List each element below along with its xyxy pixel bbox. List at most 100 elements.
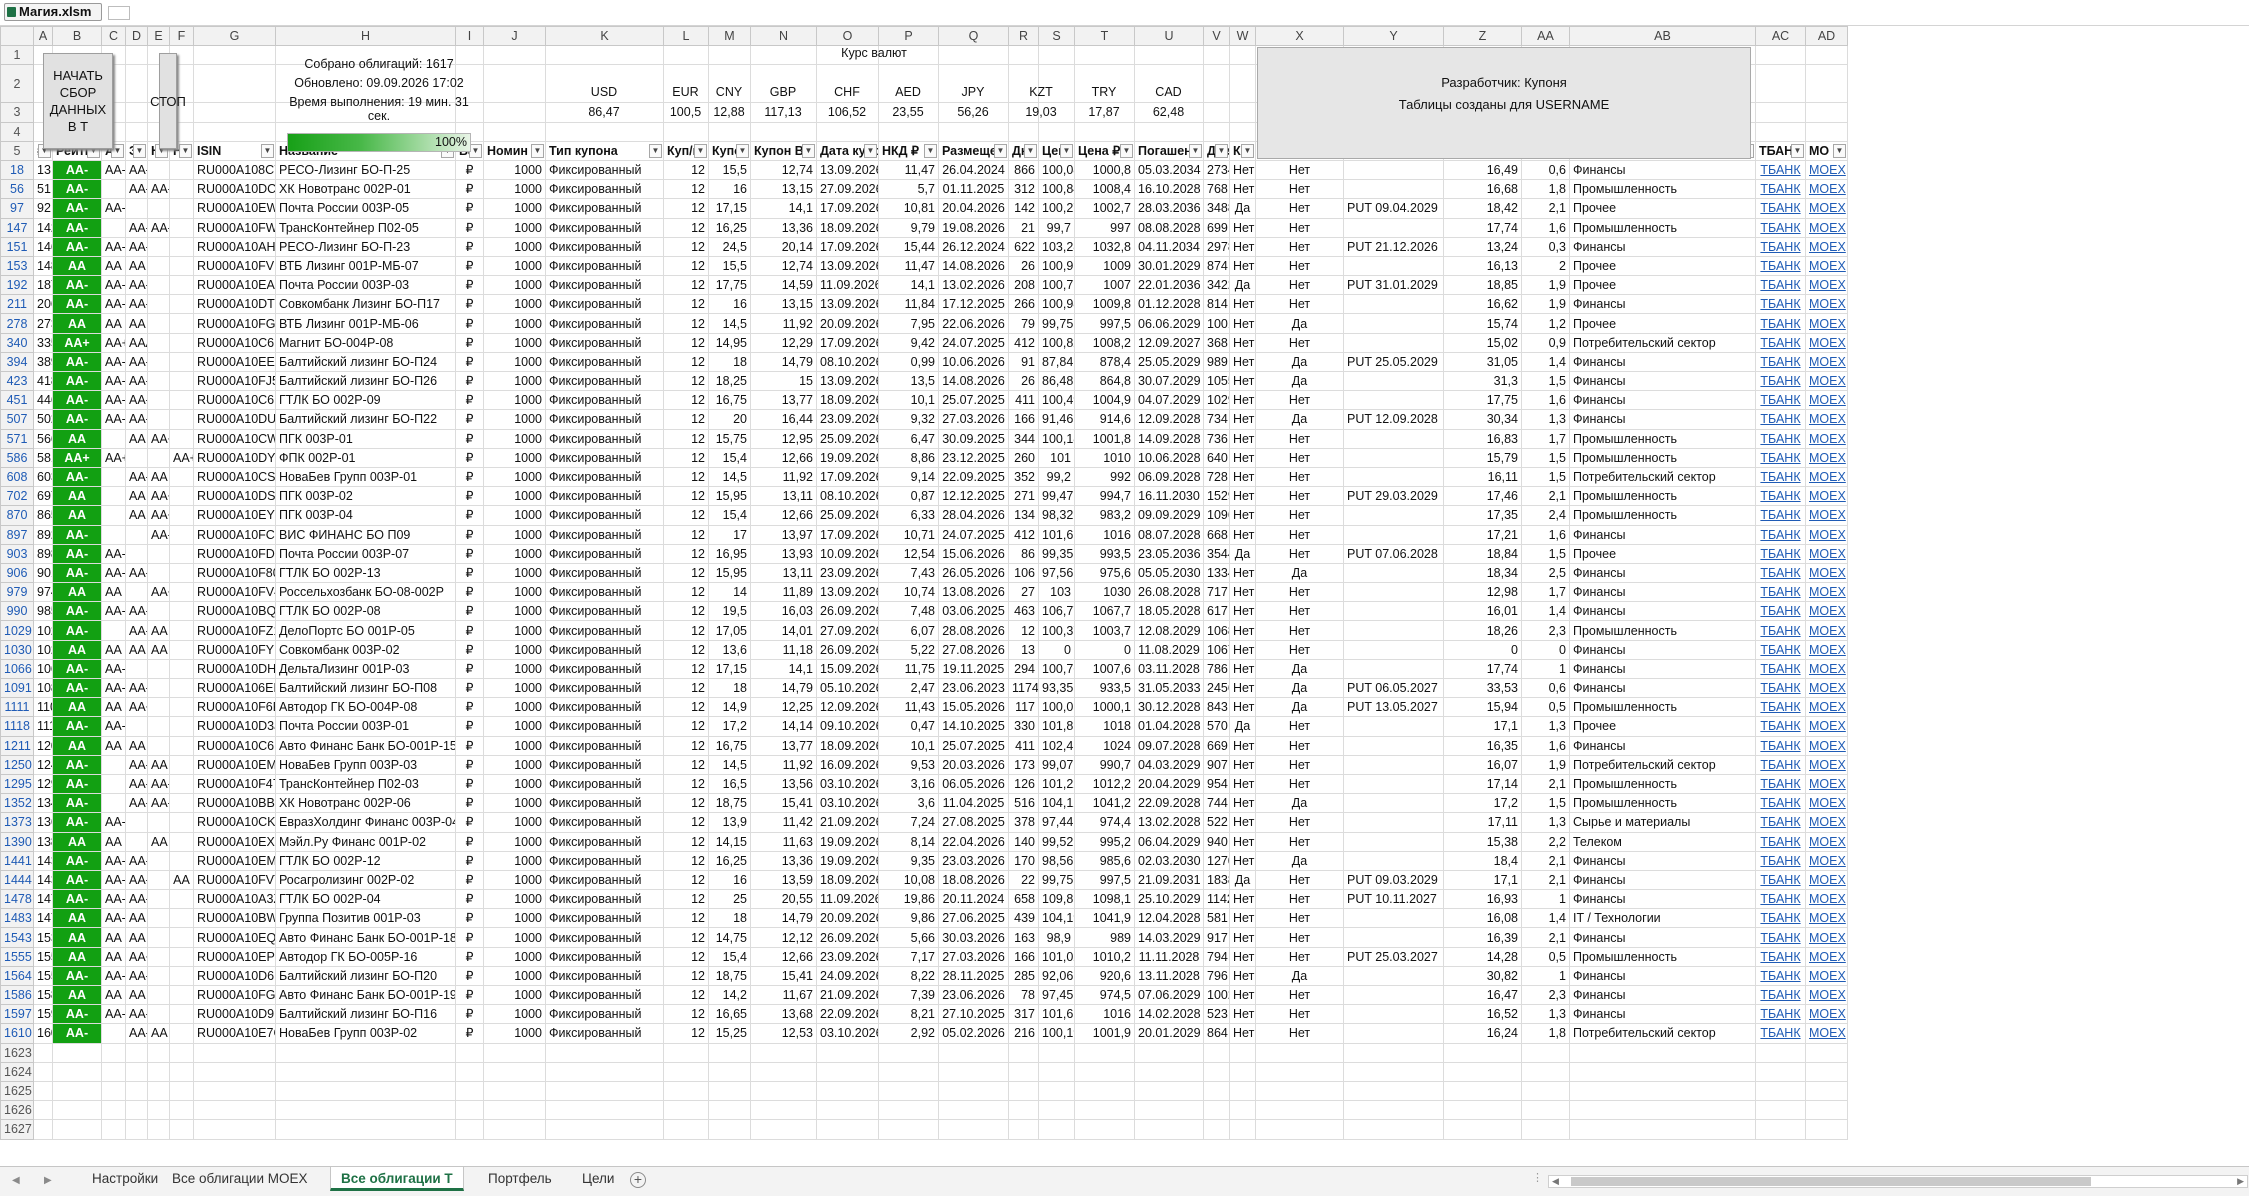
cell[interactable]: 1000: [483, 697, 546, 718]
moex-link[interactable]: MOEX: [1805, 889, 1848, 910]
cell[interactable]: АА-: [125, 159, 148, 181]
cell[interactable]: Да: [1229, 198, 1256, 219]
cell[interactable]: 27.03.2026: [938, 409, 1009, 430]
moex-link[interactable]: MOEX: [1805, 486, 1848, 507]
cell[interactable]: ХК Новотранс 002Р-06: [275, 793, 456, 814]
cell[interactable]: 1061: [33, 658, 53, 680]
cell[interactable]: 8,22: [878, 965, 939, 987]
cell[interactable]: ₽: [455, 543, 484, 564]
cell[interactable]: НоваБев Групп 003Р-01: [275, 466, 456, 488]
cell[interactable]: 1,9: [1521, 275, 1570, 296]
cell[interactable]: 1000,1: [1074, 697, 1135, 718]
cell[interactable]: АА: [101, 582, 126, 603]
cell[interactable]: ₽: [455, 658, 484, 680]
cell[interactable]: RU000A10BQB0: [193, 601, 276, 622]
row-header[interactable]: 2: [0, 64, 34, 104]
cell[interactable]: 1000: [483, 275, 546, 296]
sheet-tab-4[interactable]: Портфель: [478, 1167, 562, 1191]
cell[interactable]: 11.09.2026: [816, 889, 879, 910]
cell[interactable]: АА: [125, 735, 148, 756]
cell[interactable]: [938, 1100, 1009, 1121]
cell[interactable]: 974,5: [1074, 984, 1135, 1006]
cell[interactable]: 1,6: [1521, 217, 1570, 238]
cell[interactable]: RU000A10EPQ4: [193, 946, 276, 967]
cell[interactable]: 100,19: [1038, 1023, 1075, 1044]
cell[interactable]: АА-: [147, 217, 170, 238]
cell[interactable]: АА-: [147, 524, 170, 545]
cell[interactable]: [1343, 1119, 1444, 1140]
column-header[interactable]: R: [1008, 25, 1039, 47]
cell[interactable]: 3544: [1203, 543, 1230, 564]
cell[interactable]: 1001,8: [1074, 428, 1135, 449]
cell[interactable]: [147, 908, 170, 929]
cell[interactable]: [147, 447, 170, 468]
cell[interactable]: Фиксированный: [545, 390, 664, 411]
cell[interactable]: 140: [1008, 831, 1039, 852]
cell[interactable]: Нет: [1229, 217, 1256, 238]
cell[interactable]: ₽: [455, 409, 484, 430]
cell[interactable]: 22.09.2026: [816, 1004, 879, 1025]
cell[interactable]: 16,52: [1443, 1004, 1522, 1025]
cell[interactable]: 9,86: [878, 908, 939, 929]
cell[interactable]: 1000: [483, 313, 546, 334]
cell[interactable]: ₽: [455, 466, 484, 488]
column-filter-header[interactable]: Тип купона ▼: [545, 140, 664, 161]
cell[interactable]: [663, 1100, 709, 1121]
cell[interactable]: 163: [1008, 927, 1039, 948]
cell[interactable]: ₽: [455, 351, 484, 373]
cell[interactable]: Нет: [1229, 179, 1256, 200]
cell[interactable]: Нет: [1255, 582, 1344, 603]
cell[interactable]: 15,4: [708, 946, 751, 967]
cell[interactable]: [147, 869, 170, 891]
cell[interactable]: [1255, 1042, 1344, 1063]
cell[interactable]: 208: [1008, 275, 1039, 296]
cell[interactable]: [483, 1100, 546, 1121]
moex-link[interactable]: MOEX: [1805, 370, 1848, 392]
cell[interactable]: 1000: [483, 946, 546, 967]
table-row[interactable]: 14411436АА-АА-АА-RU000A10EMU3ГТЛК БО 002…: [0, 850, 1848, 871]
cell[interactable]: [1569, 1042, 1756, 1063]
cell[interactable]: 1000: [483, 179, 546, 200]
row-header[interactable]: 1091: [0, 677, 34, 699]
cell[interactable]: Нет: [1229, 793, 1256, 814]
cell[interactable]: 917: [1203, 927, 1230, 948]
cell[interactable]: 997,5: [1074, 869, 1135, 891]
cell[interactable]: Промышленность: [1569, 697, 1756, 718]
cell[interactable]: Нет: [1255, 735, 1344, 756]
cell[interactable]: 13.02.2026: [938, 275, 1009, 296]
cell[interactable]: ₽: [455, 1004, 484, 1025]
filter-dropdown-icon[interactable]: ▼: [649, 143, 662, 158]
cell[interactable]: 16,93: [1443, 889, 1522, 910]
tbank-link[interactable]: ТБАНК: [1755, 505, 1806, 526]
cell[interactable]: [878, 121, 939, 142]
cell[interactable]: 01.04.2028: [1134, 716, 1204, 737]
cell[interactable]: [147, 409, 170, 430]
cell[interactable]: [147, 889, 170, 910]
cell[interactable]: ТрансКонтейнер П02-05: [275, 217, 456, 238]
cell[interactable]: 166: [1008, 409, 1039, 430]
cell[interactable]: [1343, 370, 1444, 392]
cell[interactable]: [1074, 1080, 1135, 1102]
cell[interactable]: 418: [33, 370, 53, 392]
cell[interactable]: [1203, 1080, 1230, 1102]
cell[interactable]: 1096: [1203, 505, 1230, 526]
row-header[interactable]: 340: [0, 332, 34, 353]
cell[interactable]: [275, 1100, 456, 1121]
cell[interactable]: PUT 25.03.2027: [1343, 946, 1444, 967]
cell[interactable]: Фиксированный: [545, 639, 664, 660]
cell[interactable]: [101, 793, 126, 814]
cell[interactable]: Промышленность: [1569, 505, 1756, 526]
cell[interactable]: 2,1: [1521, 773, 1570, 795]
cell[interactable]: Финансы: [1569, 639, 1756, 660]
cell[interactable]: 103,28: [1038, 236, 1075, 257]
row-header[interactable]: 1066: [0, 658, 34, 680]
row-header[interactable]: 1543: [0, 927, 34, 948]
cell[interactable]: 0,6: [1521, 159, 1570, 181]
cell[interactable]: 100,08: [1038, 159, 1075, 181]
cell[interactable]: 148: [33, 255, 53, 277]
cell[interactable]: Нет: [1255, 159, 1344, 181]
table-row[interactable]: 153148ААААААRU000A10FVD7ВТБ Лизинг 001Р-…: [0, 255, 1848, 277]
cell[interactable]: 1,6: [1521, 390, 1570, 411]
cell[interactable]: [1805, 1080, 1848, 1102]
cell[interactable]: АА-: [101, 351, 126, 373]
